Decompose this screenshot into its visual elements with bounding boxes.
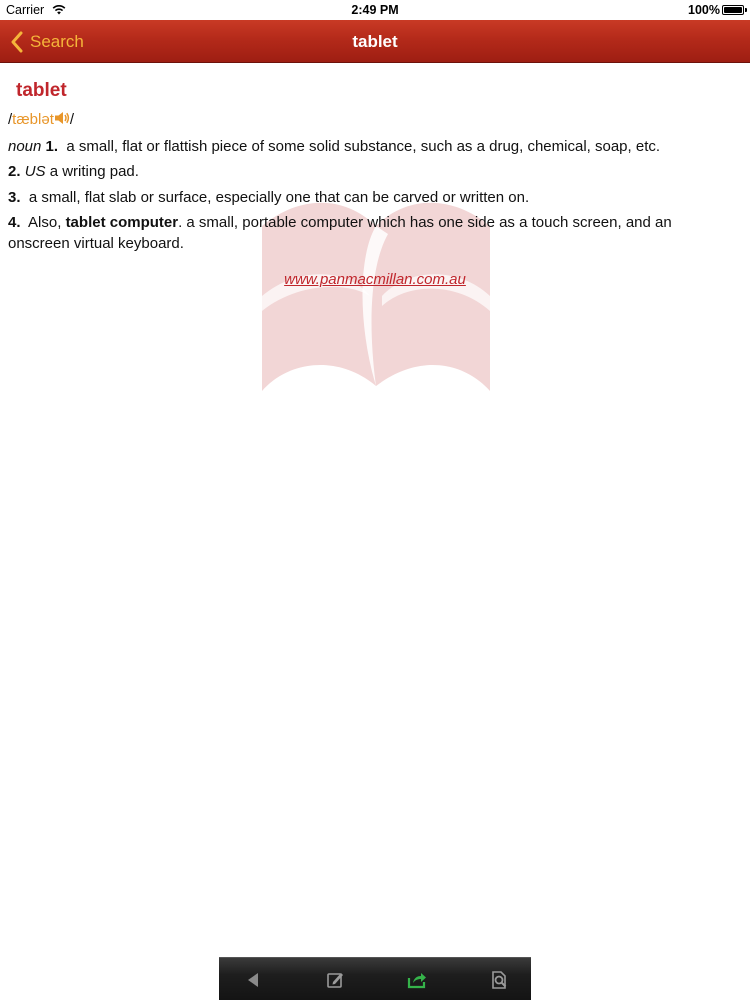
sense-text: a small, flat slab or surface, especiall… [28,189,530,206]
definition-content: tablet /tæblət / noun 1. a small, flat o… [0,64,750,954]
usage-label: US [24,163,46,180]
pron-slash-close: / [69,111,75,128]
sense-1: noun 1. a small, flat or flattish piece … [8,136,728,157]
zoom-icon[interactable] [487,968,511,992]
sense-number: 1. [45,138,59,155]
battery-percent: 100% [688,3,720,17]
bottom-toolbar [219,957,531,1000]
pronunciation-line: /tæblət / [8,111,74,128]
page-title: tablet [352,32,398,51]
sense-term: tablet computer [65,214,179,231]
part-of-speech: noun [8,138,42,155]
sense-4: 4. Also, tablet computer. a small, porta… [8,212,728,254]
navigation-bar: Search tablet [0,20,750,63]
sense-number: 2. [8,163,21,180]
sense-3: 3. a small, flat slab or surface, especi… [8,187,728,208]
sense-2: 2. US a writing pad. [8,161,728,182]
pronunciation-link[interactable]: tæblət [12,111,54,128]
speaker-icon[interactable] [54,111,70,125]
edit-note-icon[interactable] [323,968,347,992]
sense-number: 3. [8,189,21,206]
sense-text: a writing pad. [49,163,139,180]
sense-number: 4. [8,214,21,231]
share-icon[interactable] [405,968,429,992]
battery-icon [722,5,747,15]
status-time: 2:49 PM [351,3,399,17]
sense-prefix: Also, [28,214,62,231]
status-bar: Carrier 2:49 PM 100% [0,0,750,20]
back-arrow-icon[interactable] [241,968,265,992]
sense-text: a small, flat or flattish piece of some … [66,138,661,155]
headword: tablet [16,80,67,101]
publisher-link[interactable]: www.panmacmillan.com.au [0,271,750,288]
